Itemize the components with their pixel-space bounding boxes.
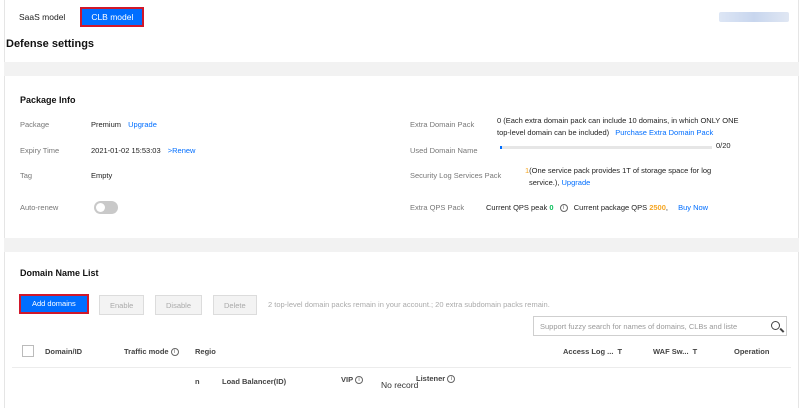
buy-now-link[interactable]: Buy Now	[678, 203, 708, 212]
extra-domain-label: Extra Domain Pack	[410, 120, 475, 129]
enable-button[interactable]: Enable	[99, 295, 145, 315]
waf-filter-icon[interactable]: T	[693, 347, 698, 356]
domain-list-title: Domain Name List	[20, 268, 99, 278]
used-domain-progress-fill	[500, 146, 503, 149]
package-info-title: Package Info	[20, 95, 76, 105]
delete-button[interactable]: Delete	[213, 295, 257, 315]
remain-packs-text: 2 top-level domain packs remain in your …	[268, 300, 550, 309]
search-input[interactable]: Support fuzzy search for names of domain…	[540, 322, 764, 331]
listener-help-icon[interactable]: i	[447, 375, 456, 384]
col-listener: Listener i	[416, 374, 456, 384]
col-domain: Domain/ID	[45, 347, 83, 356]
expiry-value: 2021-01-02 15:53:03 >Renew	[91, 146, 195, 155]
col-access-log-label: Access Log ...	[563, 347, 614, 356]
used-domain-label: Used Domain Name	[410, 146, 478, 155]
expiry-date: 2021-01-02 15:53:03	[91, 146, 161, 155]
package-label: Package	[20, 120, 50, 129]
qps-peak-value: 0	[549, 203, 554, 212]
tab-saas-model[interactable]: SaaS model	[10, 7, 74, 27]
select-all-checkbox[interactable]	[22, 345, 34, 357]
col-traffic-mode: Traffic mode i	[124, 347, 179, 357]
security-log-line1: 1(One service pack provides 1T of storag…	[525, 166, 712, 175]
qps-label: Extra QPS Pack	[410, 203, 465, 212]
add-domains-button[interactable]: Add domains	[19, 294, 89, 314]
tab-clb-model[interactable]: CLB model	[80, 7, 145, 27]
page-title: Defense settings	[6, 38, 95, 50]
security-log-label: Security Log Services Pack	[410, 171, 502, 180]
purchase-domain-pack-link[interactable]: Purchase Extra Domain Pack	[615, 128, 713, 137]
package-value: Premium Upgrade	[91, 120, 157, 129]
tag-value: Empty	[91, 171, 113, 180]
extra-domain-line1: 0 (Each extra domain pack can include 10…	[497, 116, 739, 125]
search-box[interactable]: Support fuzzy search for names of domain…	[533, 316, 787, 336]
section-divider	[4, 62, 799, 76]
qps-package-value: 2500	[649, 203, 666, 212]
search-icon[interactable]	[771, 321, 780, 330]
qps-help-icon[interactable]: i	[559, 204, 568, 213]
col-vip: VIP i	[341, 375, 364, 385]
auto-renew-toggle[interactable]	[94, 201, 118, 214]
access-log-filter-icon[interactable]: T	[617, 347, 622, 356]
col-listener-label: Listener	[416, 374, 446, 383]
renew-link[interactable]: >Renew	[168, 146, 196, 155]
mode-tabs: SaaS model CLB model	[10, 7, 145, 27]
auto-renew-label: Auto-renew	[20, 203, 59, 212]
col-waf-switch-label: WAF Sw...	[653, 347, 689, 356]
package-value-text: Premium	[91, 120, 122, 129]
vip-help-icon[interactable]: i	[355, 376, 364, 385]
security-log-line2: service.), Upgrade	[529, 178, 590, 187]
used-domain-value: 0/20	[716, 141, 731, 150]
col-traffic-mode-label: Traffic mode	[124, 347, 169, 356]
traffic-mode-help-icon[interactable]: i	[170, 348, 179, 357]
empty-table-text: No record	[381, 380, 419, 390]
security-log-text-2: service.),	[529, 178, 560, 187]
disable-button[interactable]: Disable	[155, 295, 203, 315]
upgrade-link[interactable]: Upgrade	[128, 120, 157, 129]
security-log-upgrade-link[interactable]: Upgrade	[562, 178, 591, 187]
header-divider	[12, 367, 791, 368]
used-domain-progress	[500, 146, 712, 149]
col-region-bottom: n	[195, 377, 200, 386]
col-load-balancer: Load Balancer(ID)	[222, 377, 287, 386]
expiry-label: Expiry Time	[20, 146, 60, 155]
tag-label: Tag	[20, 171, 33, 180]
col-access-log: Access Log ... T	[563, 347, 622, 356]
col-operation: Operation	[734, 347, 770, 356]
account-info-blurred	[719, 12, 789, 22]
qps-peak-text: Current QPS peak	[486, 203, 548, 212]
section-divider-2	[4, 238, 799, 252]
col-vip-label: VIP	[341, 375, 353, 384]
qps-info: Current QPS peak 0 i Current package QPS…	[486, 203, 709, 213]
extra-domain-line2: top-level domain can be included) Purcha…	[497, 128, 713, 137]
extra-domain-line2-text: top-level domain can be included)	[497, 128, 610, 137]
col-region-top: Regio	[195, 347, 216, 356]
col-waf-switch: WAF Sw... T	[653, 347, 697, 356]
qps-package-text: Current package QPS	[573, 203, 648, 212]
security-log-text-1: (One service pack provides 1T of storage…	[529, 166, 712, 175]
